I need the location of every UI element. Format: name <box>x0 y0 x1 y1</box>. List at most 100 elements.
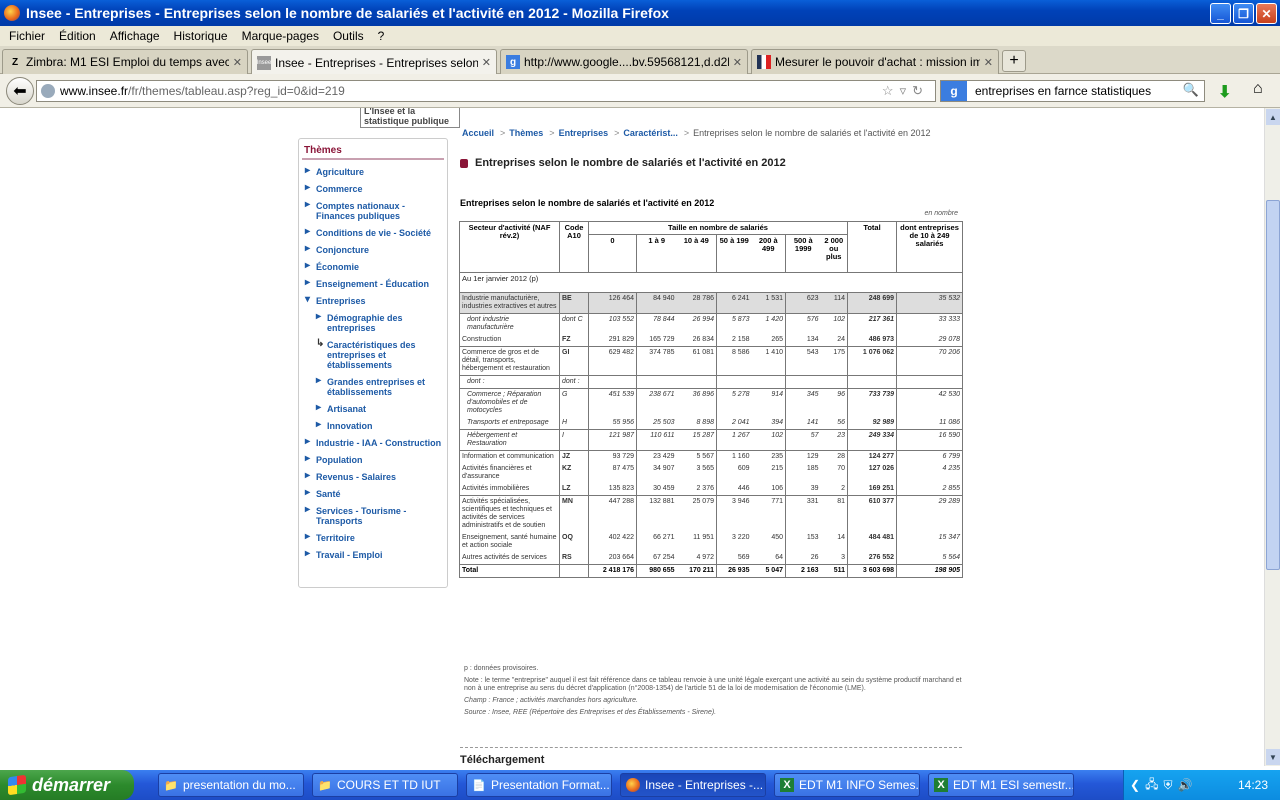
row-value: 402 422 <box>588 532 637 552</box>
download-icon[interactable]: ⬇ <box>1218 82 1231 102</box>
sidebar-item-population[interactable]: Population <box>302 454 444 465</box>
start-button[interactable]: démarrer <box>0 770 134 800</box>
tab-close-icon[interactable]: ✕ <box>233 56 242 69</box>
sidebar-item-conjoncture[interactable]: Conjoncture <box>302 244 444 255</box>
maximize-button[interactable]: ❐ <box>1233 3 1254 24</box>
sidebar-item-conditions-de-vie[interactable]: Conditions de vie - Société <box>302 227 444 238</box>
row-value: 26 834 <box>676 334 717 347</box>
row-value: 126 464 <box>588 292 637 314</box>
task-presentation-format[interactable]: 📄 Presentation Format... <box>466 773 612 797</box>
sidebar-item-enseignement[interactable]: Enseignement - Éducation <box>302 278 444 289</box>
page-title: Entreprises selon le nombre de salariés … <box>460 157 786 169</box>
google-search-engine-icon[interactable]: g <box>941 81 967 101</box>
sidebar-item-commerce[interactable]: Commerce <box>302 183 444 194</box>
close-button[interactable]: ✕ <box>1256 3 1277 24</box>
row-value: 576 <box>785 313 821 334</box>
menu-fichier[interactable]: Fichier <box>9 29 45 43</box>
row-value: 93 729 <box>588 450 637 463</box>
table-total-row: Total 2 418 176 980 655 170 211 26 935 5 047 2… <box>459 564 963 578</box>
task-presentation-du-mo[interactable]: 📁 presentation du mo... <box>158 773 304 797</box>
menu-outils[interactable]: Outils <box>333 29 364 43</box>
menu-edition[interactable]: Édition <box>59 29 96 43</box>
tab-google[interactable]: g http://www.google....bv.59568121,d.d2k… <box>500 49 748 74</box>
row-value: 64 <box>751 552 786 565</box>
sidebar-item-travail[interactable]: Travail - Emploi <box>302 549 444 560</box>
back-button[interactable]: ⬅ <box>6 77 34 105</box>
sidebar-item-revenus[interactable]: Revenus - Salaires <box>302 471 444 482</box>
row-value: 26 935 <box>716 564 752 578</box>
download-section[interactable]: Téléchargement <box>460 747 962 766</box>
row-dont: 42 530 <box>896 388 963 417</box>
tab-close-icon[interactable]: ✕ <box>733 56 742 69</box>
tab-close-icon[interactable]: ✕ <box>984 56 993 69</box>
search-icon[interactable]: 🔍 <box>1183 82 1199 98</box>
sidebar-item-economie[interactable]: Économie <box>302 261 444 272</box>
sidebar-item-sante[interactable]: Santé <box>302 488 444 499</box>
row-code: JZ <box>559 450 589 463</box>
bookmark-star-icon[interactable]: ☆▿↻ <box>882 83 929 99</box>
breadcrumb-themes[interactable]: Thèmes <box>509 128 543 138</box>
tab-insee[interactable]: Insee Insee - Entreprises - Entreprises … <box>251 49 497 75</box>
row-code: H <box>559 417 589 430</box>
scroll-down-arrow[interactable]: ▼ <box>1266 749 1280 765</box>
row-value: 543 <box>785 346 821 376</box>
new-tab-button[interactable]: + <box>1002 50 1026 72</box>
sidebar-item-entreprises[interactable]: Entreprises <box>302 295 444 306</box>
menu-affichage[interactable]: Affichage <box>110 29 160 43</box>
task-edt-m1-esi[interactable]: X EDT M1 ESI semestr... <box>928 773 1074 797</box>
sidebar-item-industrie[interactable]: Industrie - IAA - Construction <box>302 437 444 448</box>
sidebar-subitem-demographie[interactable]: Démographie des entreprises <box>313 312 444 333</box>
sidebar-subitem-innovation[interactable]: Innovation <box>313 420 444 431</box>
row-value: 3 946 <box>716 495 752 532</box>
table-row: Construction FZ 291 829 165 729 26 834 2 158 2… <box>459 334 963 347</box>
sidebar-heading: Thèmes <box>302 145 444 160</box>
home-icon[interactable]: ⌂ <box>1253 80 1263 98</box>
breadcrumb-entreprises[interactable]: Entreprises <box>559 128 609 138</box>
row-dont: 4 235 <box>942 465 961 472</box>
row-label: Commerce de gros et de détail, transport… <box>459 346 560 376</box>
scroll-thumb[interactable] <box>1266 200 1280 570</box>
shield-icon[interactable]: ⛨ <box>1163 778 1172 793</box>
sidebar-subitem-artisanat[interactable]: Artisanat <box>313 403 444 414</box>
scroll-up-arrow[interactable]: ▲ <box>1266 109 1280 125</box>
tray-arrow-icon[interactable]: ❮ <box>1130 778 1140 792</box>
row-value: 511 <box>820 564 849 578</box>
vertical-scrollbar[interactable]: ▲ ▼ <box>1264 108 1280 766</box>
url-bar[interactable]: www.insee.fr/fr/themes/tableau.asp?reg_i… <box>36 80 936 102</box>
sidebar-subitem-caracteristiques[interactable]: Caractéristiques des entreprises et étab… <box>313 339 444 370</box>
row-value <box>588 375 637 389</box>
task-edt-m1-info[interactable]: X EDT M1 INFO Semes... <box>774 773 920 797</box>
menu-marque-pages[interactable]: Marque-pages <box>242 29 319 43</box>
row-value: 24 <box>820 334 849 347</box>
sidebar-item-services[interactable]: Services - Tourisme - Transports <box>302 505 444 526</box>
system-tray: ❮ 🖧 ⛨ 🔊 14:23 <box>1123 770 1280 800</box>
breadcrumb-caracteristiques[interactable]: Caractérist... <box>623 128 678 138</box>
task-cours-et-td[interactable]: 📁 COURS ET TD IUT <box>312 773 458 797</box>
header-size-50-199: 50 à 199 <box>719 236 749 245</box>
network-icon[interactable]: 🖧 <box>1145 775 1158 796</box>
row-total: 249 334 <box>847 429 898 451</box>
volume-icon[interactable]: 🔊 <box>1177 778 1192 792</box>
menu-historique[interactable]: Historique <box>174 29 228 43</box>
search-box[interactable]: g entreprises en farnce statistiques 🔍 <box>940 80 1205 102</box>
row-value: 238 671 <box>636 388 677 417</box>
sidebar-item-comptes-nationaux[interactable]: Comptes nationaux - Finances publiques <box>302 200 444 221</box>
row-value: 3 565 <box>676 463 717 483</box>
tab-zimbra[interactable]: Z Zimbra: M1 ESI Emploi du temps avec sa… <box>2 49 248 74</box>
window-titlebar: Insee - Entreprises - Entreprises selon … <box>0 0 1280 26</box>
row-value: 23 429 <box>636 450 677 463</box>
row-label: Autres activités de services <box>459 552 560 565</box>
breadcrumb-accueil[interactable]: Accueil <box>462 128 494 138</box>
menu-help[interactable]: ? <box>378 29 385 43</box>
sidebar-subitem-grandes-entreprises[interactable]: Grandes entreprises et établissements <box>313 376 444 397</box>
minimize-button[interactable]: _ <box>1210 3 1231 24</box>
row-value: 102 <box>751 429 786 451</box>
sidebar-item-agriculture[interactable]: Agriculture <box>302 166 444 177</box>
tab-pouvoir-achat[interactable]: Mesurer le pouvoir d'achat : mission imp… <box>751 49 999 74</box>
tab-close-icon[interactable]: ✕ <box>482 56 491 69</box>
row-code <box>559 564 589 578</box>
sidebar-item-territoire[interactable]: Territoire <box>302 532 444 543</box>
task-insee-firefox[interactable]: Insee - Entreprises -... <box>620 773 766 797</box>
row-value: 451 539 <box>588 388 637 417</box>
header-size-1-9: 1 à 9 <box>648 236 666 245</box>
